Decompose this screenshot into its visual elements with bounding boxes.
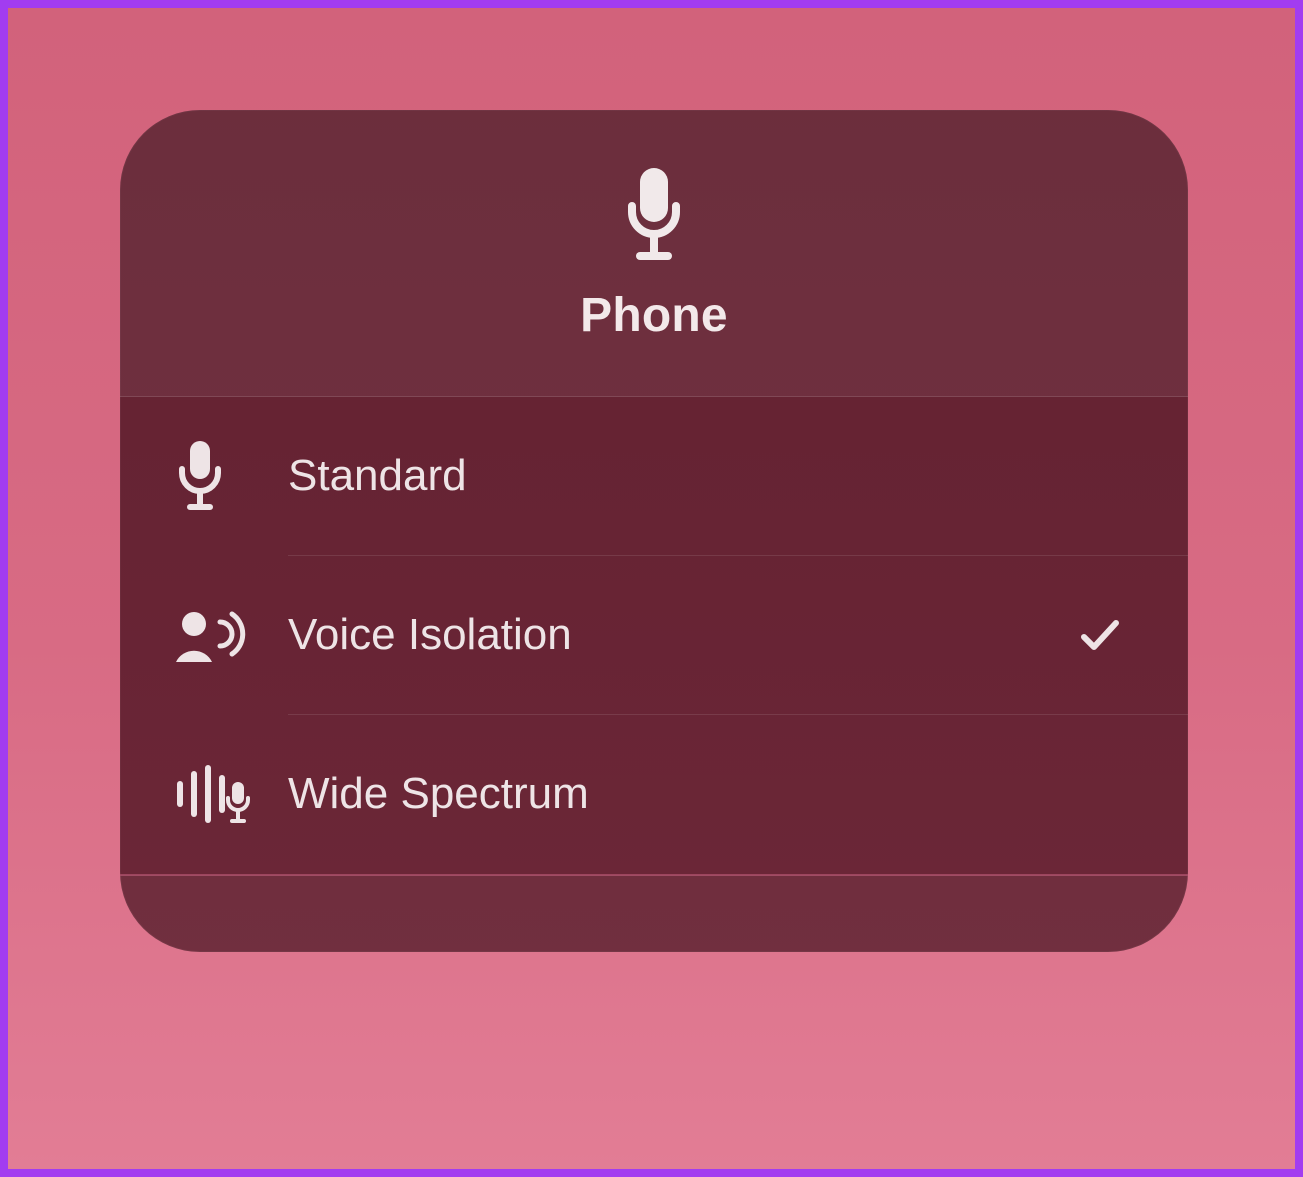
microphone-icon	[174, 439, 226, 513]
option-label-standard: Standard	[288, 451, 1060, 501]
mic-mode-panel: Phone Standard	[120, 110, 1188, 952]
mic-mode-option-standard[interactable]: Standard	[120, 397, 1188, 555]
checkmark-icon	[1078, 613, 1122, 657]
option-label-wide-spectrum: Wide Spectrum	[288, 769, 1060, 819]
audio-waveform-mic-icon	[174, 762, 258, 826]
microphone-icon	[618, 164, 690, 264]
person-speaking-icon	[174, 604, 252, 666]
panel-title: Phone	[580, 288, 728, 343]
mic-mode-option-wide-spectrum[interactable]: Wide Spectrum	[120, 715, 1188, 873]
panel-footer-area	[120, 875, 1188, 952]
option-label-voice-isolation: Voice Isolation	[288, 610, 1060, 660]
mic-mode-option-voice-isolation[interactable]: Voice Isolation	[120, 556, 1188, 714]
panel-header: Phone	[120, 110, 1188, 397]
